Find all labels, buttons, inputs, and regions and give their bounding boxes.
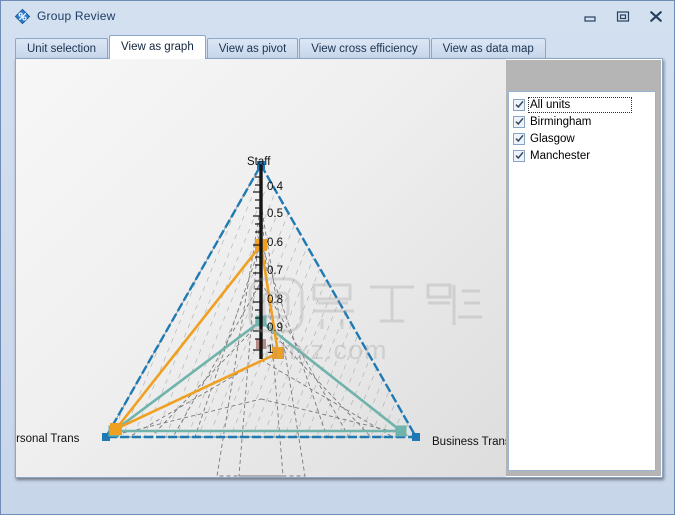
tab-unit-selection[interactable]: Unit selection [15, 38, 109, 59]
list-item[interactable]: Manchester [512, 147, 652, 164]
checkbox-checked-icon[interactable] [513, 98, 525, 111]
list-item[interactable]: All units [512, 96, 652, 113]
checkbox-checked-icon[interactable] [513, 149, 525, 162]
tick-label-2: 0.6 [267, 237, 283, 249]
list-item[interactable]: Glasgow [512, 130, 652, 147]
tab-view-as-data-map[interactable]: View as data map [430, 38, 546, 59]
tick-label-6: 1 [267, 344, 274, 356]
list-item-label: Glasgow [530, 132, 575, 145]
axis-label-personal-trans: Personal Trans [16, 433, 80, 445]
window-controls [579, 9, 666, 24]
tick-label-5: 0.9 [267, 322, 283, 334]
tab-view-cross-efficiency[interactable]: View cross efficiency [299, 38, 430, 59]
tick-label-4: 0.8 [267, 294, 283, 306]
unit-list-panel[interactable]: All units Birmingham Glasgow Manchester [508, 91, 656, 471]
tab-strip: Unit selection View as graph View as piv… [15, 35, 665, 59]
app-percent-diamond-icon [14, 8, 31, 25]
tick-label-3: 0.7 [267, 265, 283, 277]
list-item-label: Manchester [530, 149, 591, 162]
tick-label-1: 0.5 [267, 208, 283, 220]
close-icon[interactable] [645, 9, 666, 24]
radar-chart: 0.4 0.5 0.6 0.7 0.8 0.9 1 Staff Personal… [16, 59, 506, 477]
list-item[interactable]: Birmingham [512, 113, 652, 130]
tab-view-as-pivot[interactable]: View as pivot [206, 38, 299, 59]
radar-chart-svg [102, 161, 420, 477]
axis-label-business-trans: Business Trans [432, 436, 506, 448]
tick-label-0: 0.4 [267, 181, 283, 193]
application-window: Group Review Unit selection View as grap… [0, 0, 675, 515]
title-bar: Group Review [1, 1, 674, 31]
tab-list: Unit selection View as graph View as piv… [15, 35, 547, 59]
checkbox-checked-icon[interactable] [513, 115, 525, 128]
minimize-icon[interactable] [579, 9, 600, 24]
list-item-label: All units [527, 96, 633, 113]
axis-label-staff: Staff [247, 156, 271, 168]
checkbox-checked-icon[interactable] [513, 132, 525, 145]
maximize-icon[interactable] [612, 9, 633, 24]
tab-view-as-graph[interactable]: View as graph [109, 35, 206, 59]
window-title: Group Review [37, 9, 116, 23]
tab-content-panel: 0.4 0.5 0.6 0.7 0.8 0.9 1 Staff Personal… [15, 58, 663, 478]
list-item-label: Birmingham [530, 115, 592, 128]
